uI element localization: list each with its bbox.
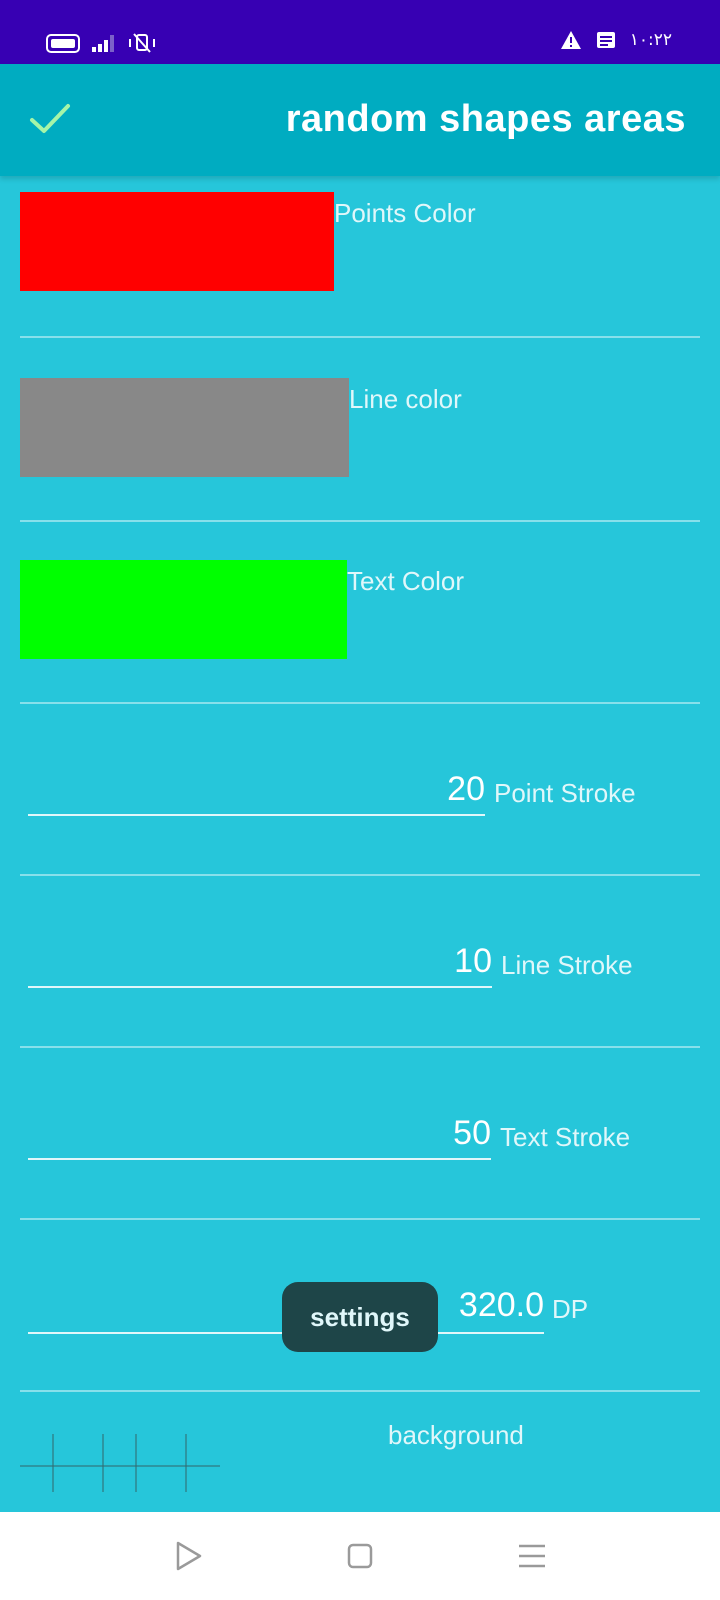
background-label: background: [388, 1420, 524, 1450]
text-stroke-input-underline[interactable]: [28, 1158, 491, 1160]
menu-icon[interactable]: [514, 1538, 550, 1574]
size-unit-label: DP: [552, 1294, 589, 1324]
line-stroke-row: 10 Line Stroke: [20, 874, 700, 1048]
text-stroke-row: 50 Text Stroke: [20, 1046, 700, 1220]
text-color-row[interactable]: Text Color: [20, 560, 700, 704]
check-icon[interactable]: [28, 98, 72, 138]
line-stroke-input[interactable]: 10: [320, 942, 492, 981]
battery-icon: [46, 33, 80, 53]
navigation-bar: [0, 1512, 720, 1600]
settings-toast: settings: [282, 1282, 438, 1352]
text-stroke-input[interactable]: 50: [320, 1114, 491, 1153]
points-color-label: Points Color: [334, 198, 476, 228]
point-stroke-input[interactable]: 20: [320, 770, 485, 809]
app-bar: random shapes areas: [0, 64, 720, 176]
line-stroke-input-underline[interactable]: [28, 986, 492, 988]
line-color-swatch[interactable]: [20, 378, 349, 477]
warning-icon: [560, 31, 581, 49]
status-time: ١٠:٢٢: [629, 30, 672, 50]
background-grid-preview[interactable]: [20, 1434, 220, 1492]
signal-icon: [92, 34, 114, 52]
back-icon[interactable]: [170, 1538, 206, 1574]
point-stroke-input-underline[interactable]: [28, 814, 485, 816]
home-icon[interactable]: [342, 1538, 378, 1574]
text-color-swatch[interactable]: [20, 560, 347, 659]
notification-icon: [596, 32, 615, 48]
point-stroke-row: 20 Point Stroke: [20, 702, 700, 876]
text-stroke-label: Text Stroke: [500, 1122, 631, 1152]
line-stroke-label: Line Stroke: [501, 950, 633, 980]
page-title: random shapes areas: [285, 98, 686, 140]
points-color-swatch[interactable]: [20, 192, 334, 291]
line-color-row[interactable]: Line color: [20, 378, 700, 522]
text-color-label: Text Color: [347, 566, 465, 596]
points-color-row[interactable]: Points Color: [20, 192, 700, 338]
status-bar: ١٠:٢٢: [0, 0, 720, 64]
line-color-label: Line color: [349, 384, 462, 414]
point-stroke-label: Point Stroke: [494, 778, 636, 808]
vibrate-off-icon: [129, 33, 155, 53]
